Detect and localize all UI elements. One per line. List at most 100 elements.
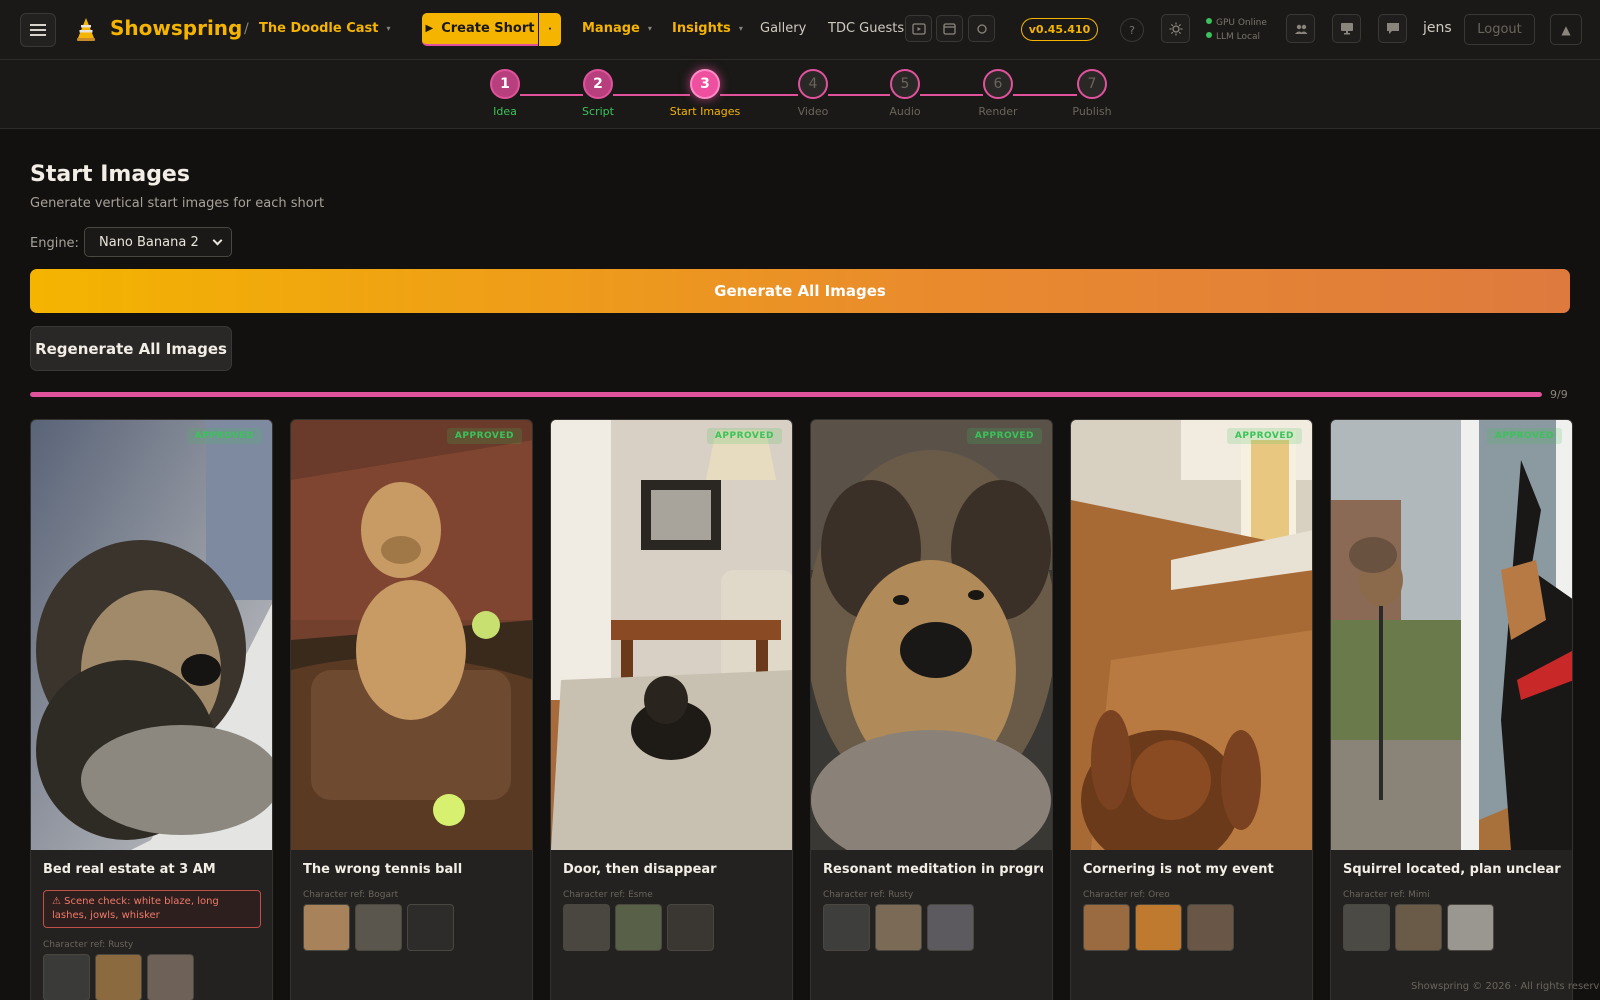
engine-label: Engine:	[30, 236, 79, 251]
character-ref-thumbnail[interactable]	[1395, 904, 1442, 951]
progress-count: 9/9	[1550, 388, 1568, 401]
step-video[interactable]: 4 Video	[768, 69, 858, 118]
step-script[interactable]: 2 Script	[553, 69, 643, 118]
theme-toggle-button[interactable]	[1161, 14, 1190, 43]
character-ref-thumbnail[interactable]	[95, 954, 142, 1000]
project-name: The Doodle Cast	[259, 21, 379, 36]
character-ref-thumbnails	[1083, 904, 1234, 951]
character-ref-label: Character ref: Bogart	[303, 890, 399, 900]
engine-select[interactable]: Nano Banana 2	[84, 227, 232, 257]
logout-button[interactable]: Logout	[1464, 14, 1535, 45]
card-title: Squirrel located, plan unclear	[1343, 862, 1561, 877]
character-ref-thumbnail[interactable]	[1447, 904, 1494, 951]
chat-icon	[1386, 23, 1399, 34]
start-image[interactable]	[1071, 420, 1312, 870]
character-ref-thumbnail[interactable]	[927, 904, 974, 951]
step-label: Idea	[493, 105, 517, 118]
step-label: Script	[582, 105, 614, 118]
nav-manage[interactable]: Manage ▾	[582, 21, 652, 36]
card-title: Cornering is not my event	[1083, 862, 1274, 877]
monitor-icon	[1340, 23, 1353, 35]
system-status: GPU Online LLM Local	[1206, 16, 1267, 44]
character-ref-thumbnails	[1343, 904, 1494, 951]
gpu-status: GPU Online	[1206, 16, 1267, 30]
circle-icon	[976, 23, 987, 34]
nav-insights-label: Insights	[672, 21, 731, 36]
character-ref-thumbnail[interactable]	[355, 904, 402, 951]
character-ref-thumbnail[interactable]	[43, 954, 90, 1000]
progress-bar-fill	[30, 392, 1542, 397]
start-image[interactable]	[811, 420, 1052, 870]
nav-tdc-guests[interactable]: TDC Guests	[828, 21, 904, 36]
step-label: Audio	[889, 105, 921, 118]
llm-status-label: LLM Local	[1216, 32, 1260, 42]
page-title: Start Images	[30, 162, 190, 187]
character-ref-label: Character ref: Oreo	[1083, 890, 1170, 900]
character-ref-thumbnail[interactable]	[823, 904, 870, 951]
generate-all-images-button[interactable]: Generate All Images	[30, 269, 1570, 313]
character-ref-thumbnail[interactable]	[147, 954, 194, 1000]
character-ref-label: Character ref: Rusty	[823, 890, 914, 900]
gpu-status-label: GPU Online	[1216, 18, 1267, 28]
record-button[interactable]	[968, 15, 995, 42]
step-label: Video	[797, 105, 829, 118]
presentation-button[interactable]	[1332, 14, 1361, 43]
approved-badge: APPROVED	[1486, 428, 1562, 444]
step-audio[interactable]: 5 Audio	[860, 69, 950, 118]
image-card[interactable]: APPROVED Cornering is not my event Charact…	[1070, 419, 1313, 1000]
create-short-button[interactable]: ▶ Create Short	[422, 13, 538, 46]
calendar-button[interactable]	[936, 15, 963, 42]
start-image[interactable]	[1331, 420, 1572, 850]
sun-icon	[1169, 22, 1182, 35]
users-button[interactable]	[1286, 14, 1315, 43]
image-card[interactable]: APPROVED Resonant meditation in progress C…	[810, 419, 1053, 1000]
project-selector[interactable]: The Doodle Cast ▾	[259, 21, 391, 36]
character-ref-thumbnail[interactable]	[1187, 904, 1234, 951]
step-label: Publish	[1072, 105, 1112, 118]
character-ref-thumbnails	[303, 904, 454, 951]
progress-bar	[30, 392, 1542, 397]
user-name[interactable]: jens	[1423, 20, 1452, 36]
step-start-images[interactable]: 3 Start Images	[660, 69, 750, 118]
character-ref-thumbnail[interactable]	[407, 904, 454, 951]
collapse-button[interactable]: ▲	[1550, 14, 1582, 45]
image-card[interactable]: APPROVED Door, then disappear Character re…	[550, 419, 793, 1000]
step-publish[interactable]: 7 Publish	[1047, 69, 1137, 118]
character-ref-thumbnail[interactable]	[667, 904, 714, 951]
nav-manage-label: Manage	[582, 21, 640, 36]
step-idea[interactable]: 1 Idea	[460, 69, 550, 118]
character-ref-thumbnail[interactable]	[875, 904, 922, 951]
character-ref-thumbnail[interactable]	[563, 904, 610, 951]
users-icon	[1294, 24, 1307, 34]
character-ref-thumbnail[interactable]	[1343, 904, 1390, 951]
nav-insights[interactable]: Insights ▾	[672, 21, 743, 36]
brand-name[interactable]: Showspring	[110, 16, 242, 40]
character-ref-thumbnail[interactable]	[1083, 904, 1130, 951]
workflow-stepper: 1 Idea 2 Script 3 Start Images 4 Video 5 Audio 6 Re…	[0, 60, 1600, 129]
top-bar: Showspring / The Doodle Cast ▾ ▶ Create …	[0, 0, 1600, 60]
character-ref-thumbnail[interactable]	[1135, 904, 1182, 951]
regenerate-all-images-button[interactable]: Regenerate All Images	[30, 326, 232, 371]
start-image[interactable]	[291, 420, 532, 850]
status-dot	[1206, 32, 1212, 38]
chevron-down-icon: ▾	[647, 24, 652, 33]
start-image[interactable]	[31, 420, 272, 850]
step-number: 6	[983, 69, 1013, 99]
character-ref-label: Character ref: Mimi	[1343, 890, 1430, 900]
character-ref-thumbnail[interactable]	[615, 904, 662, 951]
chat-button[interactable]	[1378, 14, 1407, 43]
step-render[interactable]: 6 Render	[953, 69, 1043, 118]
approved-badge: APPROVED	[186, 428, 262, 444]
image-card[interactable]: APPROVED Squirrel located, plan unclear Ch…	[1330, 419, 1573, 1000]
image-card[interactable]: APPROVED The wrong tennis ball Character r…	[290, 419, 533, 1000]
scene-check-warning: ⚠ Scene check: white blaze, long lashes,…	[43, 890, 261, 928]
start-image[interactable]	[551, 420, 792, 850]
video-button[interactable]	[905, 15, 932, 42]
nav-gallery[interactable]: Gallery	[760, 21, 806, 36]
character-ref-thumbnail[interactable]	[303, 904, 350, 951]
card-title: Door, then disappear	[563, 862, 717, 877]
help-button[interactable]: ?	[1120, 18, 1144, 42]
create-short-menu-button[interactable]: ·	[539, 13, 561, 46]
image-card[interactable]: APPROVED Bed real estate at 3 AM ⚠ Scene c…	[30, 419, 273, 1000]
menu-button[interactable]	[20, 13, 56, 47]
